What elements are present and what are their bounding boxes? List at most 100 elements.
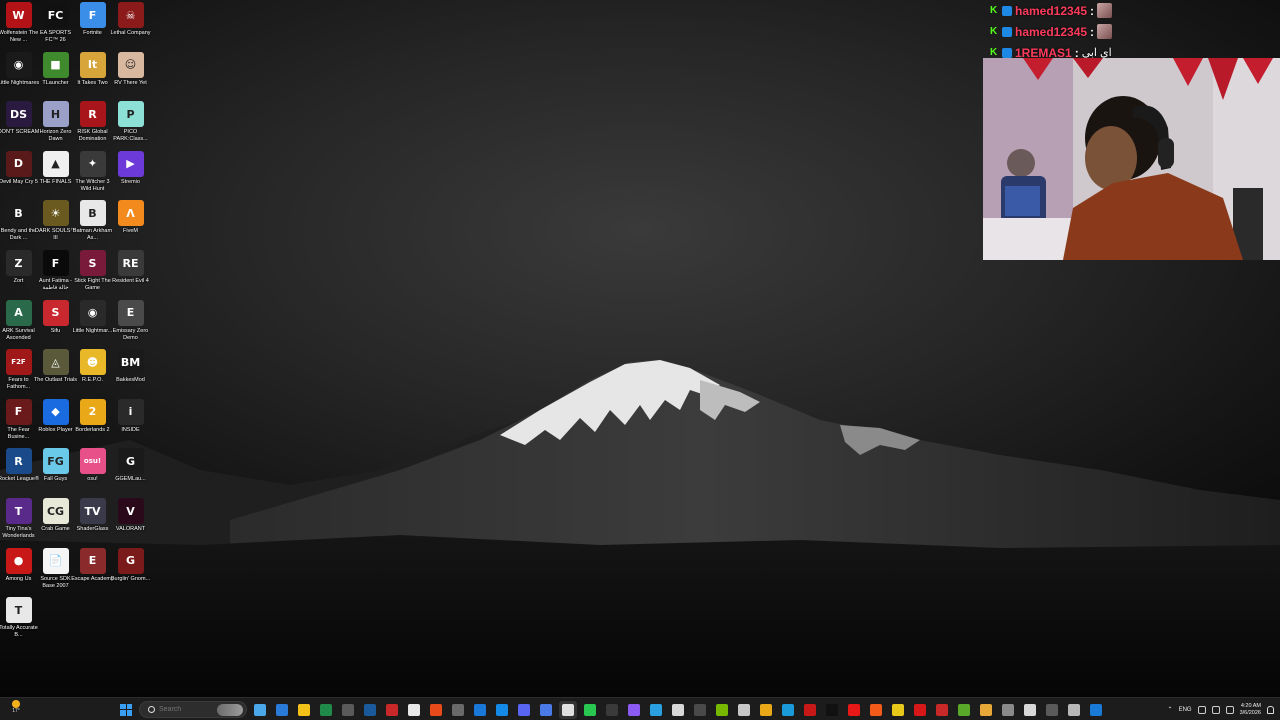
desktop-icon[interactable]: CG Crab Game [37,498,74,546]
desktop-icon[interactable]: P PICO PARK:Class... [112,101,149,149]
desktop-icon[interactable]: osu! osu! [74,448,111,496]
vpn-app-button[interactable] [691,701,709,719]
desktop-icon[interactable]: F Aunt Fatima - خالة فاطمة [37,250,74,298]
store-app-button[interactable] [273,701,291,719]
desktop-icon[interactable]: F The Fear Busine... [0,398,37,447]
battery-icon[interactable] [1225,705,1234,714]
terminal-app-button[interactable] [1043,701,1061,719]
edge-app-button[interactable] [779,701,797,719]
language-indicator[interactable]: ENG [1179,707,1192,713]
desktop-icon[interactable]: E Emissary Zero Demo [112,299,149,348]
ea-app-button[interactable] [427,701,445,719]
photos-app-button[interactable] [449,701,467,719]
notification-bell-icon[interactable] [1267,705,1274,714]
desktop-icon[interactable]: FG Fall Guys [37,448,74,496]
obs-app-button[interactable] [603,701,621,719]
battlenet-app-button[interactable] [493,701,511,719]
chrome-app-button[interactable] [757,701,775,719]
desktop-icon[interactable]: TV ShaderGlass [74,498,111,546]
copilot-app-button[interactable] [251,701,269,719]
tool-app-button[interactable] [999,701,1017,719]
kick-app-button[interactable] [625,701,643,719]
desktop-icon[interactable]: ◉ Little Nightmares [0,51,39,100]
desktop-icon[interactable]: ◉ Little Nightmar... [73,299,112,348]
discord-ptb-app-button[interactable] [537,701,555,719]
desktop-icon[interactable]: R Rocket League® [0,448,39,496]
desktop-icon[interactable]: F2F Fears to Fathom... [0,349,37,397]
desktop-icon[interactable]: ◆ Roblox Player [37,398,74,447]
excel-app-button[interactable] [317,701,335,719]
settings-app-button[interactable] [735,701,753,719]
game-app-4-button[interactable] [933,701,951,719]
desktop-icon[interactable]: ▲ THE FINALS [37,150,74,199]
desktop-icon[interactable]: D Devil May Cry 5 [0,150,38,199]
desktop-icon[interactable]: 2 Borderlands 2 [74,398,111,447]
volume-icon[interactable] [1211,705,1220,714]
home-app-button[interactable] [1021,701,1039,719]
game-app-5-button[interactable] [977,701,995,719]
game-app-3-button[interactable] [911,701,929,719]
desktop-icon[interactable]: DS DON'T SCREAM [0,101,39,149]
desktop-icon[interactable]: S Sifu [37,299,74,348]
steam-app-2-button[interactable] [669,701,687,719]
desktop-icon[interactable]: It It Takes Two [74,51,111,100]
desktop-icon[interactable]: ☻ R.E.P.O. [74,349,111,397]
notes-app-button[interactable] [1065,701,1083,719]
game-app-2-button[interactable] [889,701,907,719]
minecraft-app-button[interactable] [955,701,973,719]
vscode-app-button[interactable] [1087,701,1105,719]
desktop-icon[interactable]: B Batman Arkham As... [73,200,112,248]
desktop-icon[interactable]: BM BakkesMod [112,349,149,397]
desktop-icon[interactable]: 📄 Source SDK Base 2007 [37,547,74,596]
desktop-icon[interactable]: ☺ RV There Yet [112,51,149,100]
wifi-icon[interactable] [1197,705,1206,714]
desktop-icon[interactable]: A ARK Survival Ascended [0,299,37,348]
calculator-app-button[interactable] [339,701,357,719]
desktop-icon[interactable]: S Stick Fight The Game [74,250,111,298]
discord-app-button[interactable] [515,701,533,719]
desktop-icon[interactable]: ■ TLauncher [37,51,74,100]
xbox-app-button[interactable] [581,701,599,719]
steam-app-button[interactable] [361,701,379,719]
desktop-icon[interactable]: ☠ Lethal Company [110,2,151,50]
capture-app-button[interactable] [801,701,819,719]
steam-big-app-button[interactable] [405,701,423,719]
desktop-icon[interactable]: F Fortnite [74,2,111,50]
game-app-1-button[interactable] [383,701,401,719]
gear-app-button[interactable] [559,700,577,719]
desktop-icon[interactable]: W Wolfenstein The New ... [0,2,38,50]
desktop-icon[interactable]: E Escape Academy [71,547,114,596]
brave-app-button[interactable] [867,701,885,719]
desktop-icon[interactable]: Z Zort [0,250,37,298]
search-input[interactable] [159,706,219,713]
chevron-up-icon[interactable]: ⌃ [1168,706,1173,713]
taskbar-clock[interactable]: 4:20 AM 3/6/2026 [1240,703,1261,717]
desktop-icon[interactable]: FC EA SPORTS FC™ 26 [37,2,74,50]
desktop-icon[interactable]: i INSIDE [112,398,149,447]
taskbar-search[interactable] [139,701,247,718]
desktop-icon[interactable]: B Bendy and the Dark ... [0,200,37,248]
desktop-icon[interactable]: ✦ The Witcher 3 Wild Hunt [74,150,111,199]
desktop-icon[interactable]: T Tiny Tina's Wonderlands [0,498,37,546]
desktop-icon[interactable]: RE Resident Evil 4 [112,250,149,298]
desktop-icon[interactable]: H Horizon Zero Dawn [37,101,74,149]
weather-widget[interactable]: 17° [6,700,26,718]
desktop-icon[interactable]: Λ FiveM [112,200,149,248]
desktop-icon[interactable]: T Totally Accurate B... [0,597,38,645]
nvidia-app-button[interactable] [713,701,731,719]
desktop-icon[interactable]: ◬ The Outlast Trials [34,349,77,397]
start-button[interactable] [117,701,135,719]
telegram-app-button[interactable] [647,701,665,719]
desktop-icon[interactable]: G GGEMLau... [112,448,149,496]
edge-beta-app-button[interactable] [471,701,489,719]
desktop-icon[interactable]: ● Among Us [0,547,37,596]
desktop-icon[interactable]: V VALORANT [112,498,149,546]
desktop-icon[interactable]: ☀ DARK SOULS™ III [35,200,76,248]
adobe-app-button[interactable] [845,701,863,719]
tiktok-app-button[interactable] [823,701,841,719]
desktop-icon[interactable]: R RISK Global Domination [74,101,111,149]
desktop-icon[interactable]: G Burglin' Gnom... [111,547,150,596]
app-icon: ◉ [5,51,32,78]
desktop-icon[interactable]: ▶ Stremio [112,150,149,199]
file-explorer-app-button[interactable] [295,701,313,719]
